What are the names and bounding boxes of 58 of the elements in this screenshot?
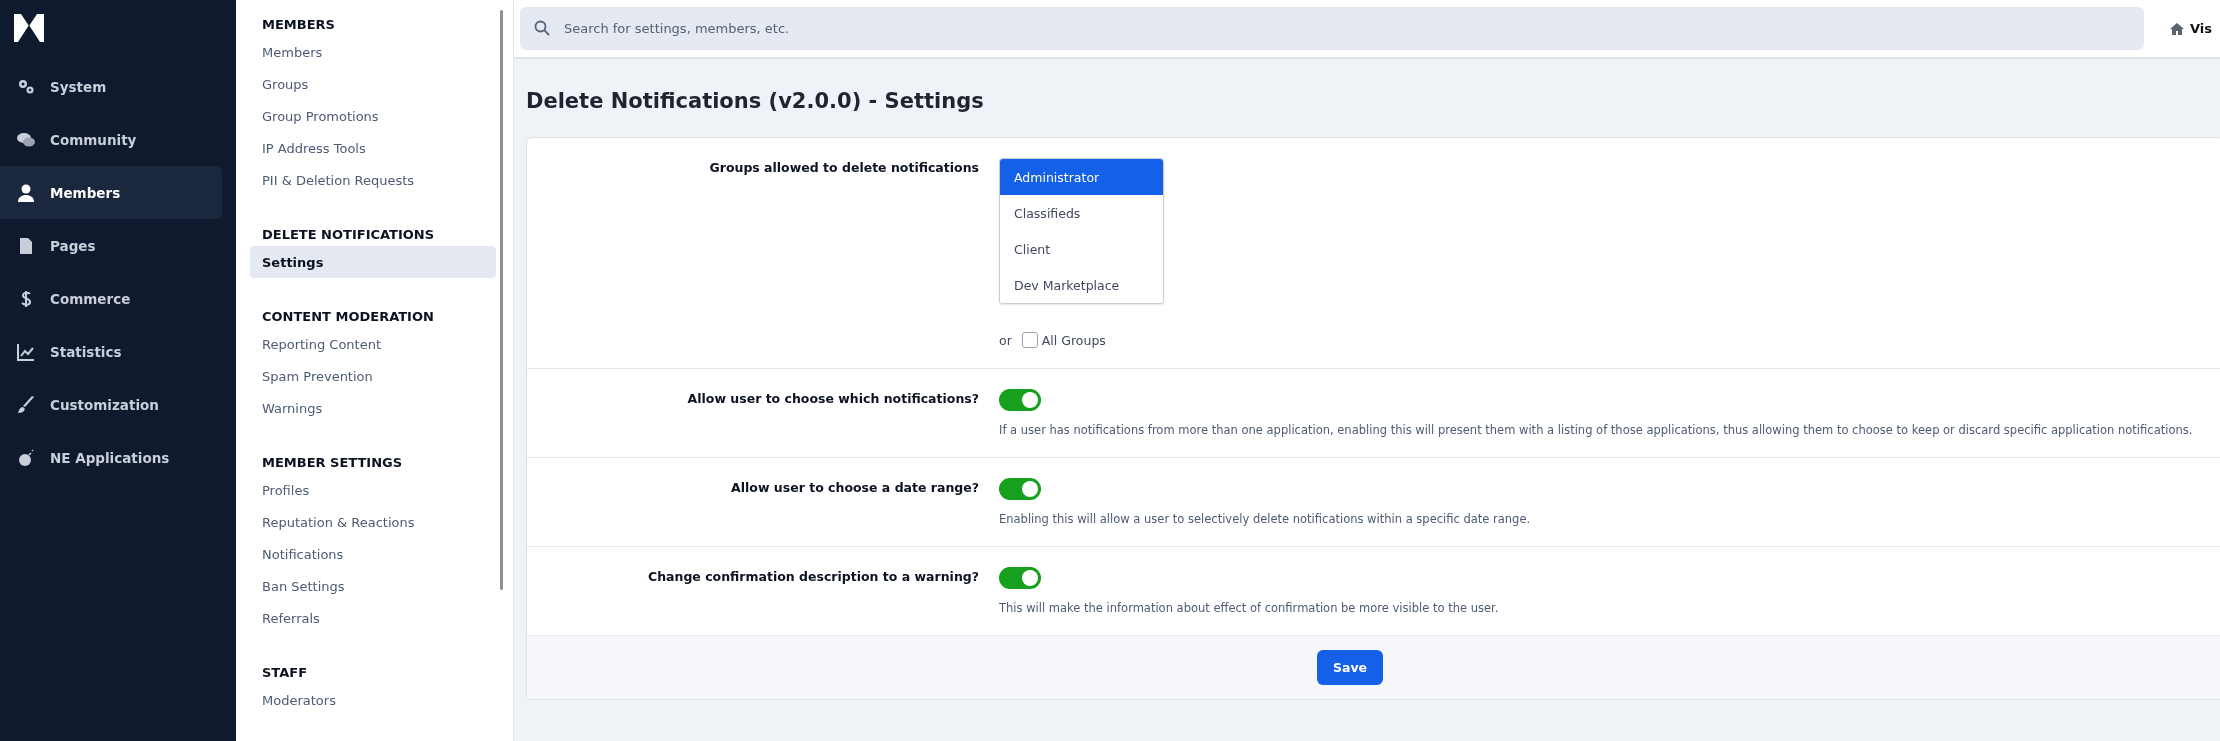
search-icon xyxy=(534,20,550,36)
menu-link[interactable]: Settings xyxy=(250,246,496,278)
menu-link[interactable]: Notifications xyxy=(250,538,496,570)
nav-item[interactable]: NE Applications xyxy=(0,431,222,484)
menu-link[interactable]: Reporting Content xyxy=(250,328,496,360)
setting-description: If a user has notifications from more than one application, enabling this will present them with a listing of those applications, thus allowing them to choose to keep or discard specific application notifications. xyxy=(999,423,2193,437)
toggle-switch[interactable] xyxy=(999,567,1041,589)
home-icon xyxy=(2170,21,2184,36)
section-heading: MEMBERS xyxy=(261,16,336,34)
scrollbar[interactable] xyxy=(500,10,503,590)
line-chart-icon xyxy=(16,341,36,362)
section-heading: DELETE NOTIFICATIONS xyxy=(261,226,436,244)
menu-link[interactable]: Spam Prevention xyxy=(250,360,496,392)
nav-item[interactable]: Statistics xyxy=(0,325,222,378)
menu-link[interactable]: Moderators xyxy=(250,684,496,716)
menu-link[interactable]: IP Address Tools xyxy=(250,132,496,164)
nav-item[interactable]: Members xyxy=(0,166,222,219)
bomb-icon xyxy=(16,447,36,468)
menu-link[interactable]: Members xyxy=(250,36,496,68)
toggle-switch[interactable] xyxy=(999,389,1041,411)
menu-link[interactable]: Ban Settings xyxy=(250,570,496,602)
logo-icon[interactable] xyxy=(13,12,45,44)
setting-label: Change confirmation description to a warning? xyxy=(647,568,979,586)
nav-item[interactable]: Commerce xyxy=(0,272,222,325)
nav-item[interactable]: Customization xyxy=(0,378,222,431)
menu-link[interactable]: Warnings xyxy=(250,392,496,424)
nav-item[interactable]: Community xyxy=(0,113,222,166)
menu-link[interactable]: Referrals xyxy=(250,602,496,634)
setting-description: This will make the information about effect of confirmation be more visible to the user. xyxy=(999,601,1499,615)
menu-link[interactable]: Groups xyxy=(250,68,496,100)
setting-description: Enabling this will allow a user to selectively delete notifications within a specific date range. xyxy=(999,512,1531,526)
toggle-switch[interactable] xyxy=(999,478,1041,500)
menu-link[interactable]: Reputation & Reactions xyxy=(250,506,496,538)
menu-link[interactable]: PII & Deletion Requests xyxy=(250,164,496,196)
group-listbox[interactable]: Administrator Classifieds Client Dev Marketplace xyxy=(999,158,1164,304)
menu-link[interactable]: Profiles xyxy=(250,474,496,506)
section-heading: MEMBER SETTINGS xyxy=(261,454,404,472)
checkbox[interactable] xyxy=(1021,332,1038,348)
list-option[interactable]: Dev Marketplace xyxy=(1000,267,1163,303)
nav-item[interactable]: Pages xyxy=(0,219,222,272)
or-text: or xyxy=(999,332,1012,348)
page-title: Delete Notifications (v2.0.0) - Settings xyxy=(526,89,985,113)
list-option[interactable]: Administrator xyxy=(1000,159,1163,195)
setting-label: Allow user to choose a date range? xyxy=(730,479,979,497)
menu-link[interactable]: Group Promotions xyxy=(250,100,496,132)
setting-label: Allow user to choose which notifications? xyxy=(686,390,979,408)
list-option[interactable]: Classifieds xyxy=(1000,195,1163,231)
checkbox-label[interactable]: All Groups xyxy=(1041,332,1106,348)
nav-item[interactable]: System xyxy=(0,60,222,113)
save-button[interactable]: Save xyxy=(1317,650,1383,685)
user-icon xyxy=(16,182,36,203)
visit-site-link[interactable]: Vis xyxy=(2170,21,2220,36)
section-heading: CONTENT MODERATION xyxy=(261,308,435,326)
setting-label: Groups allowed to delete notifications xyxy=(708,159,979,177)
section-heading: STAFF xyxy=(261,664,309,682)
search-field[interactable]: Search for settings, members, etc. xyxy=(520,7,2144,50)
list-option[interactable]: Client xyxy=(1000,231,1163,267)
brush-icon xyxy=(16,394,36,415)
